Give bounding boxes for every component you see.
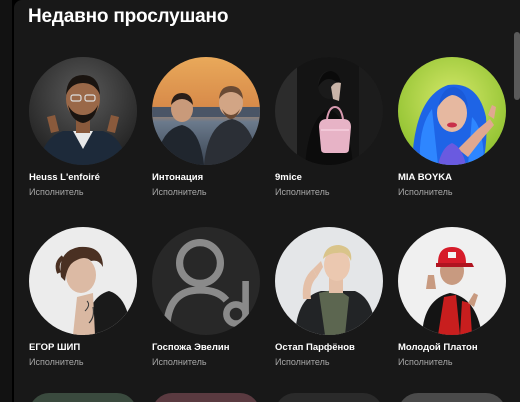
artist-avatar[interactable] (29, 227, 137, 335)
portrait-image (275, 57, 383, 165)
artist-type: Исполнитель (29, 357, 84, 367)
artist-avatar[interactable] (398, 57, 506, 165)
main-panel: Недавно прослушано Heuss L'enfoiré Испол… (14, 0, 520, 402)
artist-name[interactable]: Молодой Платон (398, 342, 518, 353)
portrait-image (29, 227, 137, 335)
artist-card[interactable]: Интонация Исполнитель (152, 57, 260, 197)
next-row-preview (29, 393, 519, 402)
artist-avatar[interactable] (275, 227, 383, 335)
app-window: Недавно прослушано Heuss L'enfoiré Испол… (0, 0, 520, 402)
artist-card[interactable]: ЕГОР ШИП Исполнитель (29, 227, 137, 367)
artist-name[interactable]: MIA BOYKA (398, 172, 518, 183)
artist-name[interactable]: ЕГОР ШИП (29, 342, 149, 353)
portrait-image (398, 57, 506, 165)
artist-card[interactable]: Госпожа Эвелин Исполнитель (152, 227, 260, 367)
artist-avatar[interactable] (275, 57, 383, 165)
artist-type: Исполнитель (29, 187, 84, 197)
artist-type: Исполнитель (152, 187, 207, 197)
artist-card[interactable]: Молодой Платон Исполнитель (398, 227, 506, 367)
artist-type: Исполнитель (275, 357, 330, 367)
artist-card[interactable]: Heuss L'enfoiré Исполнитель (29, 57, 137, 197)
artist-card[interactable]: MIA BOYKA Исполнитель (398, 57, 506, 197)
artist-avatar-peek[interactable] (275, 393, 383, 402)
artist-type: Исполнитель (398, 357, 453, 367)
artist-avatar-peek[interactable] (398, 393, 506, 402)
sidebar-edge (0, 0, 12, 402)
portrait-image (275, 227, 383, 335)
artist-name[interactable]: 9mice (275, 172, 395, 183)
portrait-image (29, 57, 137, 165)
artist-avatar-peek[interactable] (29, 393, 137, 402)
artist-avatar[interactable] (152, 57, 260, 165)
artist-type: Исполнитель (398, 187, 453, 197)
section-title[interactable]: Недавно прослушано (28, 6, 228, 28)
artist-avatar[interactable] (152, 227, 260, 335)
artist-avatar[interactable] (29, 57, 137, 165)
artist-avatar-peek[interactable] (152, 393, 260, 402)
artist-card[interactable]: 9mice Исполнитель (275, 57, 383, 197)
artist-name[interactable]: Интонация (152, 172, 272, 183)
artist-grid: Heuss L'enfoiré Исполнитель Интонация Ис… (29, 57, 519, 367)
scrollbar-thumb[interactable] (514, 32, 520, 100)
artist-card[interactable]: Остап Парфёнов Исполнитель (275, 227, 383, 367)
artist-avatar[interactable] (398, 227, 506, 335)
artist-name[interactable]: Госпожа Эвелин (152, 342, 272, 353)
artist-type: Исполнитель (275, 187, 330, 197)
artist-name[interactable]: Heuss L'enfoiré (29, 172, 149, 183)
portrait-image (398, 227, 506, 335)
artist-name[interactable]: Остап Парфёнов (275, 342, 395, 353)
user-placeholder-icon (163, 238, 249, 327)
artist-type: Исполнитель (152, 357, 207, 367)
portrait-image (152, 57, 260, 165)
